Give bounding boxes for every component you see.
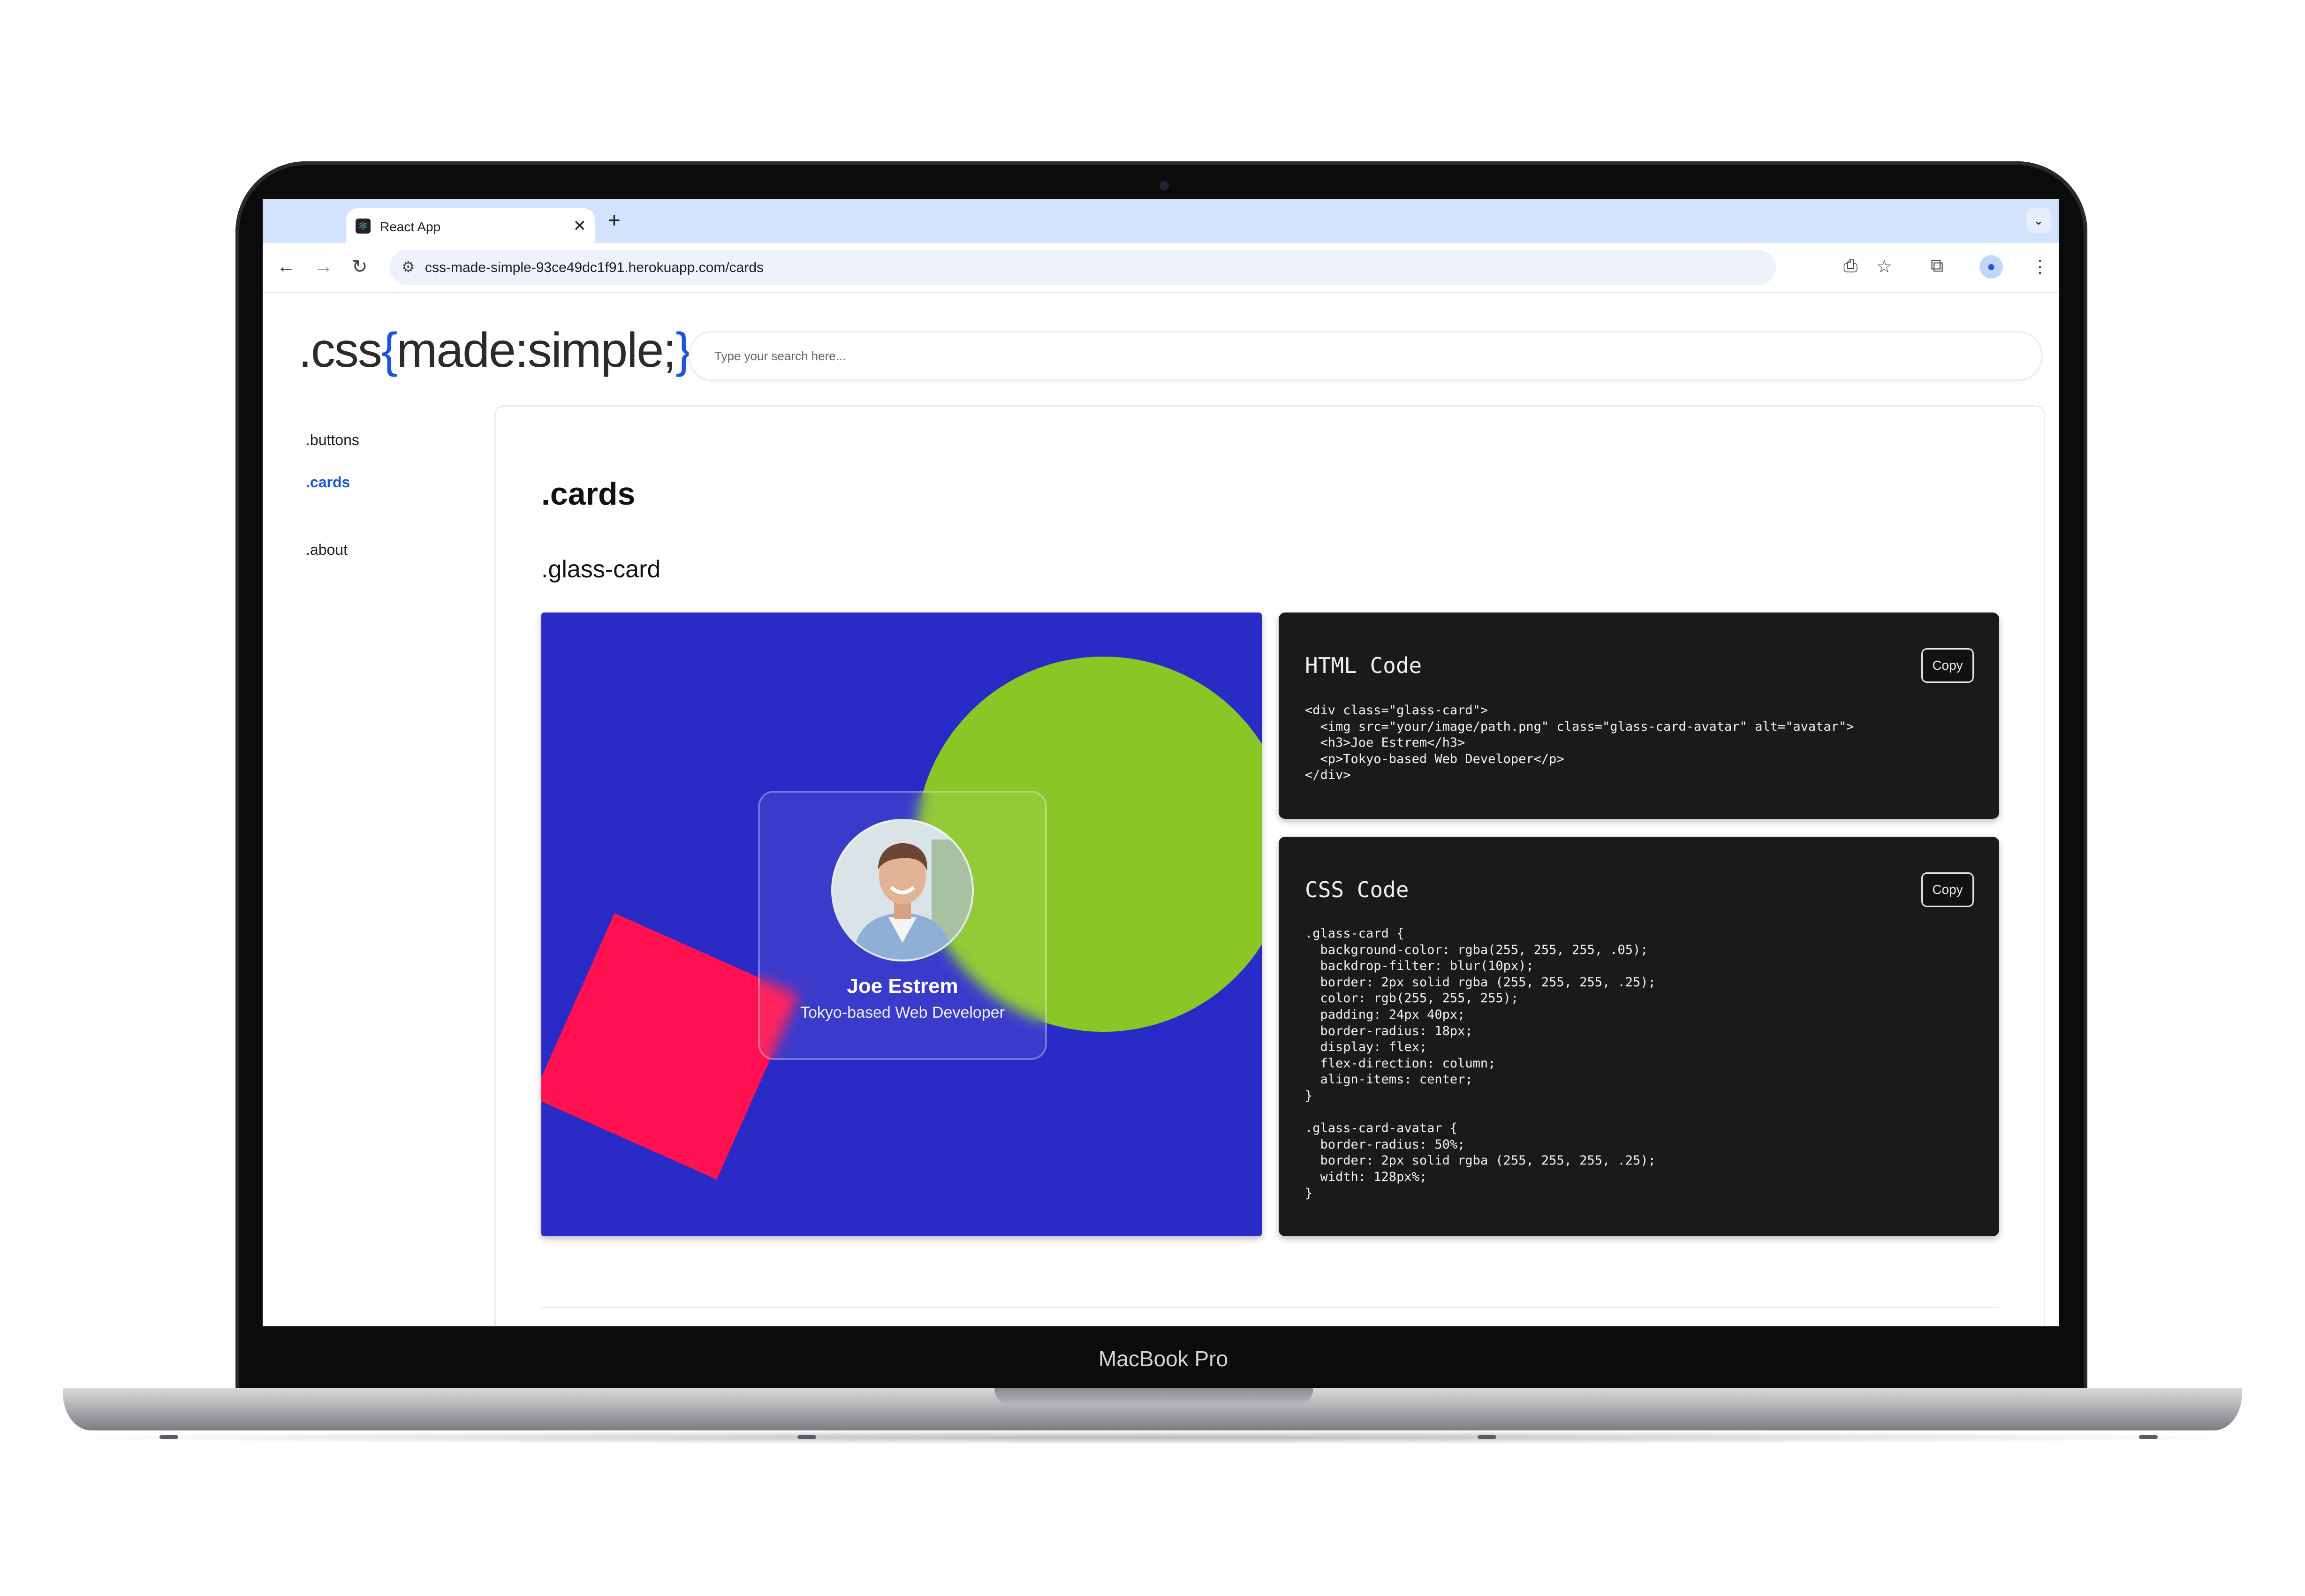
bookmark-star-icon[interactable]: ☆ (1876, 256, 1892, 277)
react-favicon-icon: ⚛ (356, 219, 371, 234)
site-settings-icon[interactable]: ⚙ (402, 258, 415, 276)
back-arrow-icon[interactable]: ← (277, 256, 296, 277)
new-tab-button[interactable]: + (608, 207, 621, 233)
css-code-heading: CSS Code (1305, 877, 1409, 902)
card-role: Tokyo-based Web Developer (800, 1004, 1005, 1021)
glass-card: Joe Estrem Tokyo-based Web Developer (758, 791, 1047, 1060)
address-bar[interactable]: ⚙ css-made-simple-93ce49dc1f91.herokuapp… (389, 250, 1776, 285)
site-logo[interactable]: .css{made:simple;} (298, 323, 692, 378)
profile-icon[interactable]: ● (1979, 255, 2003, 279)
device-label: MacBook Pro (1098, 1346, 1228, 1371)
tab-bar: ⚛ React App ✕ + ⌄ (263, 199, 2059, 243)
tab-search-icon[interactable]: ⌄ (2026, 208, 2051, 233)
laptop-foot (159, 1435, 178, 1439)
sidebar-item-buttons[interactable]: .buttons (306, 431, 359, 449)
card-name: Joe Estrem (847, 975, 958, 998)
section-divider (541, 1307, 1999, 1308)
search-bar (689, 331, 2042, 381)
page-title: .cards (541, 476, 636, 512)
more-menu-icon[interactable]: ⋮ (2031, 256, 2049, 277)
browser-toolbar: ← → ↻ ⚙ css-made-simple-93ce49dc1f91.her… (263, 243, 2059, 293)
copy-html-button[interactable]: Copy (1921, 648, 1974, 683)
laptop-foot (1478, 1435, 1496, 1439)
install-app-icon[interactable]: ⎙ (1843, 256, 1858, 276)
laptop-foot (797, 1435, 816, 1439)
css-code-panel: CSS Code Copy .glass-card { background-c… (1279, 837, 1999, 1236)
screen: ⚛ React App ✕ + ⌄ ← → ↻ ⚙ css-made-simpl… (263, 199, 2059, 1326)
logo-middle: made:simple; (396, 323, 676, 378)
close-tab-icon[interactable]: ✕ (573, 217, 587, 235)
html-code-block[interactable]: <div class="glass-card"> <img src="your/… (1305, 703, 1854, 784)
url-text[interactable]: css-made-simple-93ce49dc1f91.herokuapp.c… (425, 260, 764, 276)
logo-prefix: .css (298, 323, 382, 378)
browser-tab[interactable]: ⚛ React App ✕ (346, 208, 595, 243)
laptop-shadow (28, 1430, 2277, 1445)
tab-title: React App (380, 219, 441, 234)
sidebar-item-about[interactable]: .about (306, 541, 348, 559)
search-input[interactable] (713, 344, 1982, 368)
forward-arrow-icon[interactable]: → (314, 256, 333, 277)
avatar (831, 819, 974, 961)
extensions-icon[interactable]: ⧉ (1931, 256, 1943, 276)
laptop-foot (2139, 1435, 2158, 1439)
html-code-heading: HTML Code (1305, 653, 1422, 678)
reload-icon[interactable]: ↻ (352, 256, 368, 278)
html-code-panel: HTML Code Copy <div class="glass-card"> … (1279, 613, 1999, 819)
logo-open-brace: { (381, 323, 398, 378)
copy-css-button[interactable]: Copy (1921, 872, 1974, 907)
section-title: .glass-card (541, 556, 661, 583)
glass-card-demo: Joe Estrem Tokyo-based Web Developer (541, 613, 1262, 1236)
laptop-notch (994, 1388, 1313, 1405)
camera-icon (1160, 181, 1169, 190)
sidebar-item-cards[interactable]: .cards (306, 474, 350, 491)
css-code-block[interactable]: .glass-card { background-color: rgba(255… (1305, 926, 1656, 1202)
